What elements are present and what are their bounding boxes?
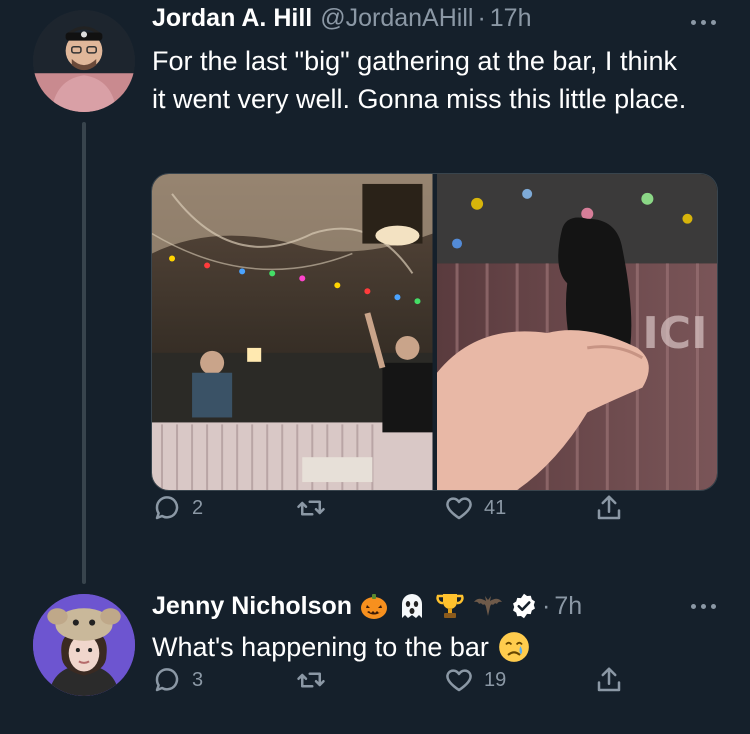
- avatar[interactable]: [33, 10, 135, 112]
- heart-icon: [446, 497, 472, 520]
- reply-button[interactable]: 2: [152, 493, 203, 523]
- like-button[interactable]: 19: [444, 665, 506, 695]
- trophy-icon: [434, 590, 466, 622]
- author-name[interactable]: Jordan A. Hill: [152, 4, 312, 33]
- separator-dot: ·: [542, 591, 551, 620]
- bat-icon: [472, 590, 504, 622]
- like-count: 19: [484, 668, 507, 691]
- reply-icon: [155, 668, 179, 692]
- media-grid: ICI: [151, 173, 718, 491]
- timestamp[interactable]: 7h: [554, 592, 582, 621]
- thread-line: [82, 122, 86, 584]
- retweet-icon: [297, 500, 325, 516]
- reply-icon: [155, 496, 179, 520]
- reply-button[interactable]: 3: [152, 665, 203, 695]
- more-dot-icon: [701, 604, 706, 609]
- more-dot-icon: [691, 604, 696, 609]
- tweet-text: For the last "big" gathering at the bar,…: [152, 46, 687, 114]
- retweet-button[interactable]: [296, 665, 336, 695]
- share-icon: [597, 667, 621, 692]
- like-button[interactable]: 41: [444, 493, 506, 523]
- svg-text:ICI: ICI: [642, 308, 707, 359]
- bar-interior-photo[interactable]: [152, 174, 433, 490]
- tweet-header: Jenny Nicholson · 7h: [152, 590, 582, 622]
- more-options-button[interactable]: [691, 20, 716, 25]
- tweet-text-row: What's happening to the bar: [152, 628, 712, 666]
- timestamp[interactable]: 17h: [490, 4, 532, 33]
- retweet-button[interactable]: [296, 493, 336, 523]
- more-dot-icon: [701, 20, 706, 25]
- more-dot-icon: [691, 20, 696, 25]
- verified-badge-icon: [510, 592, 538, 620]
- avatar-image: [33, 10, 135, 112]
- more-options-button[interactable]: [691, 604, 716, 609]
- like-count: 41: [484, 496, 507, 519]
- share-button[interactable]: [594, 493, 624, 523]
- retweet-icon: [297, 672, 325, 688]
- tweet[interactable]: Jenny Nicholson · 7h What's happening to…: [0, 572, 750, 734]
- reply-count: 3: [192, 668, 204, 691]
- tweet-text: What's happening to the bar: [152, 632, 489, 662]
- reply-count: 2: [192, 496, 204, 519]
- avatar[interactable]: [33, 594, 135, 696]
- more-dot-icon: [711, 604, 716, 609]
- ghost-icon: [396, 590, 428, 622]
- separator-dot: ·: [477, 4, 486, 32]
- avatar-image: [33, 594, 135, 696]
- share-button[interactable]: [594, 665, 624, 695]
- jack-o-lantern-icon: [358, 590, 390, 622]
- share-icon: [597, 495, 621, 520]
- heart-icon: [446, 669, 472, 692]
- crying-face-icon: [499, 632, 529, 662]
- hand-holding-figurine-photo[interactable]: ICI: [436, 174, 717, 490]
- more-dot-icon: [711, 20, 716, 25]
- author-handle[interactable]: @JordanAHill: [320, 4, 473, 33]
- author-name[interactable]: Jenny Nicholson: [152, 592, 352, 621]
- tweet-header: Jordan A. Hill @JordanAHill · 17h: [152, 4, 531, 33]
- tweet[interactable]: Jordan A. Hill @JordanAHill · 17h For th…: [0, 0, 750, 584]
